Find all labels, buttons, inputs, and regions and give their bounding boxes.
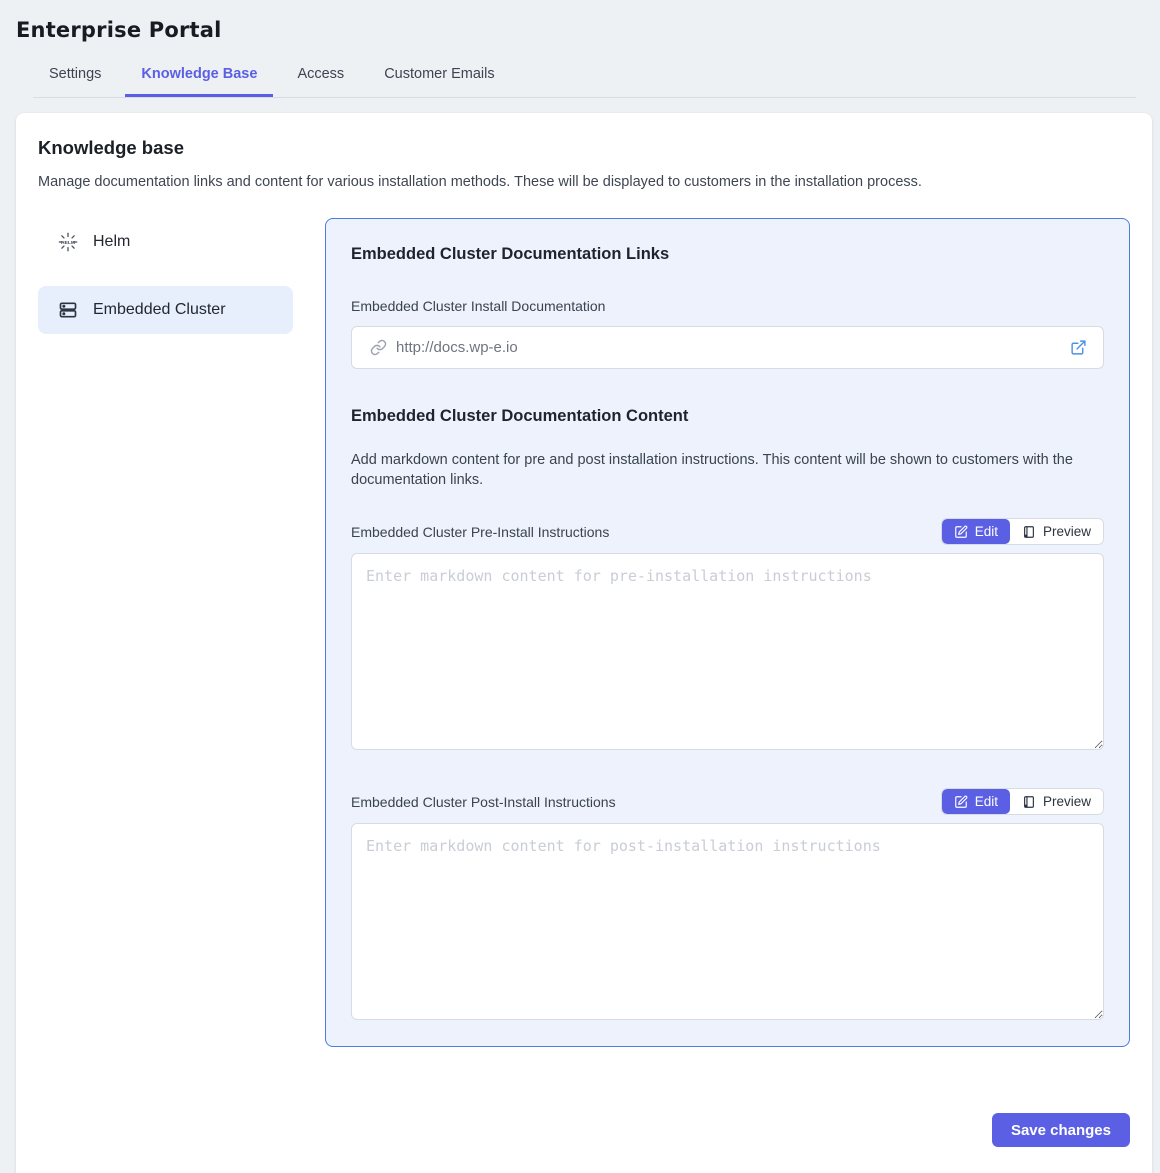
preview-button[interactable]: Preview — [1010, 789, 1103, 814]
install-doc-input-wrap — [351, 326, 1104, 369]
edit-button-label: Edit — [975, 794, 998, 809]
pre-install-mode-toggle: Edit Preview — [941, 518, 1104, 545]
sidebar-item-label: Helm — [93, 233, 130, 251]
preview-button-label: Preview — [1043, 794, 1091, 809]
edit-button[interactable]: Edit — [942, 519, 1010, 544]
card-description: Manage documentation links and content f… — [38, 174, 1130, 190]
links-section-title: Embedded Cluster Documentation Links — [351, 245, 1104, 264]
svg-text:HELM: HELM — [61, 240, 75, 246]
embedded-cluster-panel: Embedded Cluster Documentation Links Emb… — [325, 218, 1130, 1047]
post-install-textarea[interactable] — [351, 823, 1104, 1020]
helm-icon: HELM — [57, 231, 79, 253]
install-doc-input[interactable] — [396, 339, 1068, 356]
sidebar-item-embedded-cluster[interactable]: Embedded Cluster — [38, 286, 293, 334]
sidebar-item-helm[interactable]: HELM Helm — [38, 218, 293, 266]
notebook-icon — [1022, 525, 1036, 539]
tab-access[interactable]: Access — [281, 56, 360, 97]
install-doc-label: Embedded Cluster Install Documentation — [351, 298, 1104, 314]
card-title: Knowledge base — [38, 137, 1130, 159]
sidebar-item-label: Embedded Cluster — [93, 301, 226, 319]
tab-knowledge-base[interactable]: Knowledge Base — [125, 56, 273, 97]
post-install-mode-toggle: Edit Preview — [941, 788, 1104, 815]
edit-pen-icon — [954, 795, 968, 809]
preview-button[interactable]: Preview — [1010, 519, 1103, 544]
notebook-icon — [1022, 795, 1036, 809]
pre-install-label: Embedded Cluster Pre-Install Instruction… — [351, 524, 609, 540]
pre-install-textarea[interactable] — [351, 553, 1104, 750]
post-install-label: Embedded Cluster Post-Install Instructio… — [351, 794, 616, 810]
edit-button[interactable]: Edit — [942, 789, 1010, 814]
install-method-nav: HELM Helm Embedded Cluster — [38, 218, 293, 354]
tab-bar: Settings Knowledge Base Access Customer … — [33, 56, 1136, 98]
content-section-description: Add markdown content for pre and post in… — [351, 450, 1101, 490]
knowledge-base-card: Knowledge base Manage documentation link… — [16, 113, 1152, 1173]
edit-pen-icon — [954, 525, 968, 539]
app-header: Enterprise Portal Settings Knowledge Bas… — [0, 0, 1160, 98]
page-title: Enterprise Portal — [16, 18, 1144, 42]
open-link-button[interactable] — [1068, 337, 1089, 358]
save-changes-button[interactable]: Save changes — [992, 1113, 1130, 1147]
content-section-title: Embedded Cluster Documentation Content — [351, 407, 1104, 426]
tab-settings[interactable]: Settings — [33, 56, 117, 97]
preview-button-label: Preview — [1043, 524, 1091, 539]
link-icon — [370, 339, 388, 356]
edit-button-label: Edit — [975, 524, 998, 539]
tab-customer-emails[interactable]: Customer Emails — [368, 56, 510, 97]
external-link-icon — [1070, 339, 1087, 356]
server-stack-icon — [57, 299, 79, 321]
